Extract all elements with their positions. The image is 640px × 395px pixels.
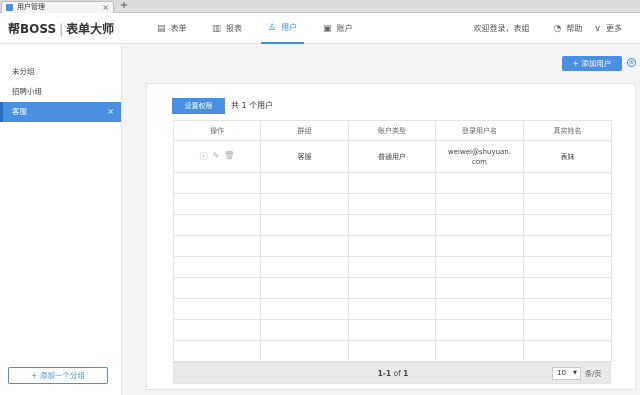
user-count: 共 1 个用户 bbox=[231, 101, 274, 110]
empty-row bbox=[173, 298, 612, 320]
wallet-icon: ▣ bbox=[323, 23, 332, 34]
page-size-select[interactable]: 10 ▼ bbox=[552, 367, 581, 380]
help-button[interactable]: ◔ 帮助 bbox=[554, 23, 583, 34]
header-right: 欢迎登录，表姐 ◔ 帮助 ∨ 更多 bbox=[474, 13, 622, 44]
row-actions: ⓘ ✎ 🗑 bbox=[173, 140, 261, 173]
delete-icon[interactable]: 🗑 bbox=[224, 151, 234, 162]
chart-icon: ▥ bbox=[212, 23, 222, 34]
help-icon: ◔ bbox=[553, 23, 562, 34]
sidebar-item-label: 招聘小组 bbox=[12, 87, 42, 96]
cell-group: 客服 bbox=[260, 140, 349, 173]
logo-product: 表单大师 bbox=[66, 22, 115, 36]
empty-row bbox=[173, 193, 612, 215]
pagination-info: 1-1 of 1 bbox=[174, 363, 612, 385]
nav-tab-users[interactable]: ♙ 用户 bbox=[261, 13, 305, 44]
page-of-word: of bbox=[393, 369, 401, 378]
logo-separator: | bbox=[59, 22, 64, 36]
more-menu-button[interactable]: ∨ 更多 bbox=[594, 23, 622, 34]
empty-row bbox=[173, 340, 612, 362]
empty-row bbox=[173, 256, 612, 278]
set-permission-button[interactable]: 设置权限 bbox=[172, 98, 225, 114]
sidebar-item-recruiting[interactable]: 招聘小组 bbox=[0, 82, 121, 102]
nav-tab-label: 表单 bbox=[170, 24, 187, 33]
nav-tab-account[interactable]: ▣ 账户 bbox=[316, 13, 360, 44]
user-table: 操作 群组 账户类型 登录用户名 真实姓名 ⓘ ✎ 🗑 客服 普通用户 weiw… bbox=[173, 120, 612, 362]
empty-row bbox=[173, 214, 612, 236]
add-user-button[interactable]: + 添加用户 bbox=[562, 56, 622, 71]
nav-tab-label: 用户 bbox=[281, 23, 298, 32]
new-tab-icon[interactable]: + bbox=[118, 0, 130, 12]
column-header-real-name: 真实姓名 bbox=[523, 120, 612, 141]
chevron-down-icon: ∨ bbox=[594, 23, 601, 34]
tab-title: 用户管理 bbox=[17, 3, 45, 11]
column-header-group: 群组 bbox=[260, 120, 349, 141]
remove-group-icon[interactable]: × bbox=[107, 102, 114, 122]
cell-username: weiwei@shuyuan.com bbox=[435, 140, 524, 173]
sidebar-item-label: 未分组 bbox=[12, 67, 35, 76]
sidebar-item-customer-service[interactable]: 客服 × bbox=[0, 102, 121, 122]
page-total: 1 bbox=[403, 369, 409, 378]
page-icon bbox=[6, 4, 13, 11]
empty-row bbox=[173, 277, 612, 299]
add-group-button[interactable]: + 添加一个分组 bbox=[8, 367, 108, 384]
cell-real-name: 表妹 bbox=[523, 140, 612, 173]
table-header-row: 操作 群组 账户类型 登录用户名 真实姓名 bbox=[173, 120, 612, 141]
user-icon: ♙ bbox=[268, 22, 277, 33]
caret-down-icon: ▼ bbox=[573, 370, 577, 376]
page-size-value: 10 bbox=[557, 369, 566, 377]
pagination-bar: 1-1 of 1 10 ▼ 条/页 bbox=[173, 362, 611, 384]
nav-tab-report[interactable]: ▥ 报表 bbox=[206, 13, 250, 44]
sidebar-item-label: 客服 bbox=[12, 107, 27, 116]
column-header-actions: 操作 bbox=[173, 120, 261, 141]
sidebar-item-ungrouped[interactable]: 未分组 bbox=[0, 62, 121, 82]
page-range: 1-1 bbox=[377, 369, 392, 378]
info-icon[interactable]: ⓘ bbox=[200, 151, 208, 162]
column-header-username: 登录用户名 bbox=[435, 120, 524, 141]
browser-tab-bar: 用户管理 × + bbox=[0, 0, 640, 13]
nav-tab-form[interactable]: ▤ 表单 bbox=[150, 13, 194, 44]
empty-row bbox=[173, 172, 612, 194]
column-header-account-type: 账户类型 bbox=[348, 120, 436, 141]
empty-row bbox=[173, 235, 612, 257]
empty-row bbox=[173, 319, 612, 341]
browser-tab[interactable]: 用户管理 × bbox=[1, 1, 114, 13]
table-row[interactable]: ⓘ ✎ 🗑 客服 普通用户 weiwei@shuyuan.com 表妹 bbox=[173, 140, 612, 173]
welcome-text: 欢迎登录，表姐 bbox=[473, 24, 530, 33]
more-label: 更多 bbox=[606, 24, 622, 33]
per-page-label: 条/页 bbox=[585, 370, 602, 378]
group-sidebar: 未分组 招聘小组 客服 × + 添加一个分组 bbox=[0, 44, 122, 395]
main-nav: ▤ 表单 ▥ 报表 ♙ 用户 ▣ 账户 bbox=[150, 13, 372, 44]
nav-tab-label: 账户 bbox=[336, 24, 353, 33]
app-logo[interactable]: 帮BOSS | 表单大师 bbox=[8, 20, 114, 37]
logo-brand: 帮BOSS bbox=[8, 22, 57, 36]
cell-account-type: 普通用户 bbox=[348, 140, 436, 173]
nav-tab-label: 报表 bbox=[226, 24, 243, 33]
collapse-icon[interactable]: ⊗ bbox=[627, 58, 636, 67]
app-header: 帮BOSS | 表单大师 ▤ 表单 ▥ 报表 ♙ 用户 ▣ 账户 欢迎登录，表姐 ◔… bbox=[0, 13, 640, 44]
close-tab-icon[interactable]: × bbox=[102, 2, 109, 13]
help-label: 帮助 bbox=[566, 24, 583, 33]
form-icon: ▤ bbox=[157, 23, 166, 34]
edit-icon[interactable]: ✎ bbox=[213, 151, 220, 162]
